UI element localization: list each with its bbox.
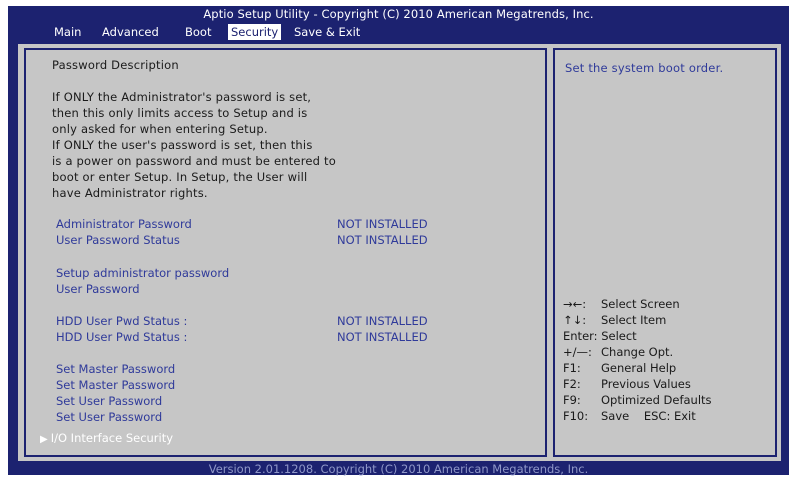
arrows-up-down-icon: ↑↓: <box>563 313 587 327</box>
key-hint-key: F10: <box>563 409 589 423</box>
administrator-password-label: Administrator Password <box>56 217 192 231</box>
hdd-user-pwd-status-value: NOT INSTALLED <box>337 314 428 328</box>
key-hint: Enter: Select <box>563 329 637 343</box>
settings-pane: Password Description If ONLY the Adminis… <box>24 48 547 457</box>
key-hint-key: F9: <box>563 393 581 407</box>
set-user-password-item[interactable]: Set User Password <box>56 410 162 424</box>
help-text: Set the system boot order. <box>565 61 724 75</box>
user-password-status-label: User Password Status <box>56 233 180 247</box>
key-hint-action: General Help <box>601 361 677 375</box>
bios-screen: Aptio Setup Utility - Copyright (C) 2010… <box>8 6 789 476</box>
main-panel: Password Description If ONLY the Adminis… <box>16 42 783 463</box>
user-password-status-value: NOT INSTALLED <box>337 233 428 247</box>
key-hint: F10: Save ESC: Exit <box>563 409 696 423</box>
description-line: have Administrator rights. <box>52 186 208 200</box>
window-title: Aptio Setup Utility - Copyright (C) 2010… <box>203 7 594 21</box>
key-hint-key: F2: <box>563 377 581 391</box>
key-hint-action: Select Screen <box>601 297 680 311</box>
arrows-left-right-icon: →←: <box>563 297 587 311</box>
key-hint-key: F1: <box>563 361 581 375</box>
description-line: boot or enter Setup. In Setup, the User … <box>52 170 308 184</box>
key-hint-key: +/—: <box>563 345 592 359</box>
hdd-user-pwd-status-label: HDD User Pwd Status : <box>56 314 188 328</box>
key-hint: ↑↓: Select Item <box>563 313 666 327</box>
key-hint-action: Change Opt. <box>601 345 674 359</box>
set-user-password-item[interactable]: Set User Password <box>56 394 162 408</box>
tab-security[interactable]: Security <box>228 24 282 40</box>
key-hint-action: Select Item <box>601 313 667 327</box>
io-interface-security-item[interactable]: ▶ I/O Interface Security <box>40 431 173 445</box>
version-footer: Version 2.01.1208. Copyright (C) 2010 Am… <box>208 462 589 476</box>
setup-administrator-password-item[interactable]: Setup administrator password <box>56 266 229 280</box>
hdd-user-pwd-status-value: NOT INSTALLED <box>337 330 428 344</box>
set-master-password-item[interactable]: Set Master Password <box>56 378 175 392</box>
key-hint-key: Enter: <box>563 329 598 343</box>
tab-save-exit[interactable]: Save & Exit <box>291 24 363 40</box>
triangle-right-icon: ▶ <box>40 434 48 445</box>
key-hint-action: Optimized Defaults <box>601 393 712 407</box>
key-hint: F2: Previous Values <box>563 377 691 391</box>
description-line: is a power on password and must be enter… <box>52 154 336 168</box>
hdd-user-pwd-status-label: HDD User Pwd Status : <box>56 330 188 344</box>
description-line: only asked for when entering Setup. <box>52 122 268 136</box>
key-hint-action: Previous Values <box>601 377 691 391</box>
description-line: If ONLY the user's password is set, then… <box>52 138 313 152</box>
key-hint: F1: General Help <box>563 361 676 375</box>
key-hint: F9: Optimized Defaults <box>563 393 712 407</box>
description-line: then this only limits access to Setup an… <box>52 106 308 120</box>
io-interface-security-label: I/O Interface Security <box>50 431 174 445</box>
help-pane: Set the system boot order. →←: Select Scr… <box>553 48 777 457</box>
tab-advanced[interactable]: Advanced <box>99 24 162 40</box>
key-hint: →←: Select Screen <box>563 297 680 311</box>
description-heading: Password Description <box>52 58 179 72</box>
key-hint-action: Select <box>601 329 637 343</box>
user-password-item[interactable]: User Password <box>56 282 140 296</box>
key-hint-action: Save ESC: Exit <box>601 409 696 423</box>
key-hint: +/—: Change Opt. <box>563 345 673 359</box>
tab-boot[interactable]: Boot <box>182 24 214 40</box>
menu-bar: Main Advanced Boot Security Save & Exit <box>8 24 789 40</box>
administrator-password-status: NOT INSTALLED <box>337 217 428 231</box>
description-line: If ONLY the Administrator's password is … <box>52 90 312 104</box>
tab-main[interactable]: Main <box>51 24 84 40</box>
set-master-password-item[interactable]: Set Master Password <box>56 362 175 376</box>
